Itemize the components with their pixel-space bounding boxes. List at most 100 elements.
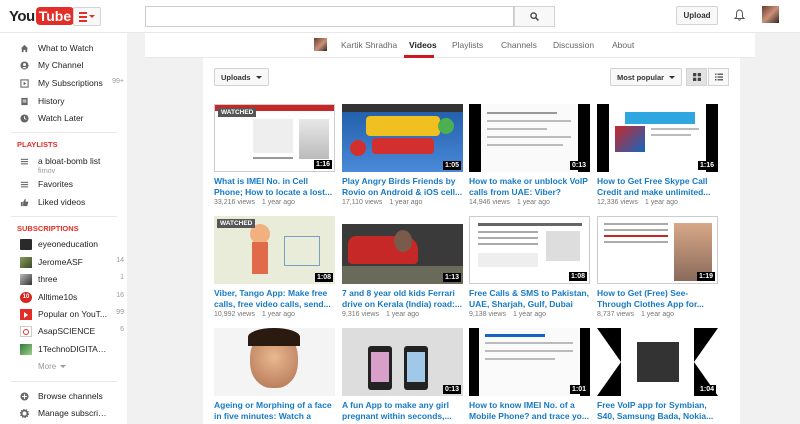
video-card[interactable]: 1:08 Free Calls & SMS to Pakistan, UAE, … <box>469 216 590 329</box>
tab-channels[interactable]: Channels <box>501 40 537 50</box>
divider <box>11 132 117 133</box>
sort-dropdown[interactable]: Most popular <box>610 68 683 86</box>
video-meta: 14,946 views 1 year ago <box>469 199 550 206</box>
video-thumbnail[interactable]: 1:08 <box>469 216 590 284</box>
sidebar-item-label: 1TechnoDIGITAL-2 <box>38 344 108 354</box>
channel-avatar[interactable] <box>314 38 327 51</box>
playlists-heading[interactable]: PLAYLISTS <box>17 140 58 149</box>
video-title[interactable]: Viber, Tango App: Make free calls, free … <box>214 288 335 309</box>
tab-playlists[interactable]: Playlists <box>452 40 483 50</box>
playlist-owner: firnov <box>38 168 56 175</box>
channel-avatar <box>20 326 32 337</box>
video-thumbnail[interactable]: 1:01 <box>469 328 590 396</box>
video-card[interactable]: WATCHED 1:08 Viber, Tango App: Make free… <box>214 216 335 329</box>
video-card[interactable]: 1:04 Free VoIP app for Symbian, S40, Sam… <box>597 328 718 424</box>
channel-avatar <box>20 274 32 285</box>
video-card[interactable]: 0:13 How to make or unblock VoIP calls f… <box>469 104 590 217</box>
list-view-button[interactable] <box>708 68 729 86</box>
grid-icon <box>692 73 701 81</box>
video-card[interactable]: WATCHED 1:16 What is IMEI No. in Cell Ph… <box>214 104 335 217</box>
sidebar-item-subscription[interactable]: three 1 <box>0 271 127 288</box>
upload-age: 1 year ago <box>261 311 295 318</box>
sidebar-item-liked-videos[interactable]: Liked videos <box>0 194 127 211</box>
channel-name[interactable]: Kartik Shradha <box>341 40 397 50</box>
notification-bell-icon[interactable] <box>734 9 745 21</box>
tab-discussion[interactable]: Discussion <box>553 40 594 50</box>
video-meta: 10,992 views 1 year ago <box>214 311 295 318</box>
video-duration: 1:05 <box>442 161 461 170</box>
youtube-logo[interactable]: You Tube IN <box>9 6 81 26</box>
video-card[interactable]: 1:13 7 and 8 year old kids Ferrari drive… <box>342 216 463 329</box>
video-card[interactable]: 1:01 How to know IMEI No. of a Mobile Ph… <box>469 328 590 424</box>
guide-menu-button[interactable] <box>73 7 101 26</box>
video-card[interactable]: Ageing or Morphing of a face in five min… <box>214 328 335 424</box>
video-card[interactable]: 0:13 A fun App to make any girl pregnant… <box>342 328 463 424</box>
video-meta: 33,216 views 1 year ago <box>214 199 295 206</box>
divider <box>11 216 117 217</box>
video-thumbnail[interactable]: WATCHED 1:08 <box>214 216 335 284</box>
sidebar-item-label: My Subscriptions <box>38 78 103 88</box>
video-duration: 1:08 <box>568 272 587 281</box>
videos-panel: Uploads Most popular WATCHED 1:16 What i… <box>203 58 740 424</box>
video-title[interactable]: Ageing or Morphing of a face in five min… <box>214 400 335 421</box>
video-meta: 12,336 views 1 year ago <box>597 199 678 206</box>
sidebar-item-subscription[interactable]: AsapSCIENCE 6 <box>0 323 127 340</box>
upload-age: 1 year ago <box>644 199 678 206</box>
sidebar-item-subscription[interactable]: 10 Alltime10s 16 <box>0 289 127 306</box>
video-thumbnail[interactable]: 0:13 <box>469 104 590 172</box>
video-title[interactable]: Play Angry Birds Friends by Rovio on And… <box>342 176 463 197</box>
account-avatar[interactable] <box>762 6 779 23</box>
video-thumbnail[interactable]: 1:16 <box>597 104 718 172</box>
tab-videos[interactable]: Videos <box>409 40 437 50</box>
sidebar-item-subscription[interactable]: eyeoneducation <box>0 236 127 253</box>
video-thumbnail[interactable]: WATCHED 1:16 <box>214 104 335 172</box>
sidebar-item-subscription[interactable]: JeromeASF 14 <box>0 254 127 271</box>
video-duration: 1:16 <box>313 160 332 169</box>
search-button[interactable] <box>514 6 555 27</box>
sidebar-item-watch-later[interactable]: Watch Later <box>0 110 127 127</box>
more-subscriptions-link[interactable]: More <box>38 362 67 371</box>
uploads-dropdown[interactable]: Uploads <box>214 68 269 86</box>
video-card[interactable]: 1:05 Play Angry Birds Friends by Rovio o… <box>342 104 463 217</box>
chevron-down-icon <box>89 15 95 18</box>
video-title[interactable]: What is IMEI No. in Cell Phone; How to l… <box>214 176 335 197</box>
video-duration: 1:04 <box>697 385 716 394</box>
video-card[interactable]: 1:16 How to Get Free Skype Call Credit a… <box>597 104 718 217</box>
sidebar-item-what-to-watch[interactable]: What to Watch <box>0 40 127 57</box>
video-thumbnail[interactable]: 0:13 <box>342 328 463 396</box>
grid-view-button[interactable] <box>686 68 707 86</box>
video-title[interactable]: How to Get Free Skype Call Credit and ma… <box>597 176 718 197</box>
sidebar-item-favorites[interactable]: Favorites <box>0 176 127 193</box>
browse-channels-link[interactable]: Browse channels <box>0 388 127 405</box>
chevron-down-icon <box>60 365 67 368</box>
sidebar-item-my-channel[interactable]: My Channel <box>0 57 127 74</box>
video-title[interactable]: How to Get (Free) See-Through Clothes Ap… <box>597 288 718 309</box>
sort-label: Most popular <box>617 72 665 82</box>
video-card[interactable]: 1:19 How to Get (Free) See-Through Cloth… <box>597 216 718 329</box>
video-title[interactable]: 7 and 8 year old kids Ferrari drive on K… <box>342 288 463 309</box>
sidebar-item-playlist[interactable]: a bloat-bomb list <box>0 153 127 170</box>
video-title[interactable]: Free Calls & SMS to Pakistan, UAE, Sharj… <box>469 288 590 309</box>
tab-about[interactable]: About <box>612 40 634 50</box>
video-title[interactable]: A fun App to make any girl pregnant with… <box>342 400 463 421</box>
upload-age: 1 year ago <box>640 311 675 318</box>
sidebar-item-subscription[interactable]: Popular on YouT... 99 <box>0 306 127 323</box>
sidebar-item-subscription[interactable]: 1TechnoDIGITAL-2 <box>0 341 127 358</box>
search-input[interactable] <box>145 6 514 27</box>
sidebar-item-history[interactable]: History <box>0 93 127 110</box>
video-thumbnail[interactable]: 1:05 <box>342 104 463 172</box>
video-title[interactable]: Free VoIP app for Symbian, S40, Samsung … <box>597 400 718 421</box>
video-title[interactable]: How to make or unblock VoIP calls from U… <box>469 176 590 197</box>
video-title[interactable]: How to know IMEI No. of a Mobile Phone? … <box>469 400 590 421</box>
video-thumbnail[interactable]: 1:13 <box>342 216 463 284</box>
video-thumbnail[interactable]: 1:04 <box>597 328 718 396</box>
video-thumbnail[interactable] <box>214 328 335 396</box>
upload-button[interactable]: Upload <box>676 6 718 25</box>
add-circle-icon <box>20 392 29 401</box>
manage-subscriptions-link[interactable]: Manage subscriptions <box>0 405 127 422</box>
clock-icon <box>20 114 29 123</box>
history-icon <box>21 97 28 106</box>
sidebar-item-my-subscriptions[interactable]: My Subscriptions 99+ <box>0 75 127 92</box>
video-thumbnail[interactable]: 1:19 <box>597 216 718 284</box>
subscriptions-heading[interactable]: SUBSCRIPTIONS <box>17 224 79 233</box>
